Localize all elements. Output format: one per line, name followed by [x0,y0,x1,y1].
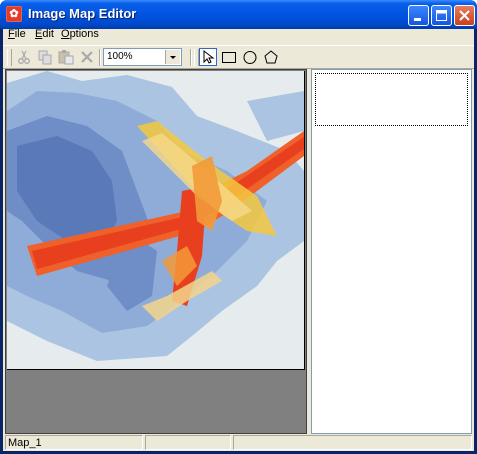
pointer-icon [203,49,215,64]
menu-bar: File Edit Options [3,28,474,42]
polygon-icon [264,50,278,64]
close-icon [459,10,470,21]
copy-icon [38,50,52,65]
menu-options-mnemonic: O [61,28,70,40]
paste-icon [58,50,74,65]
toolbar-separator [190,49,192,66]
menu-edit-label: dit [42,28,54,40]
window-title: Image Map Editor [28,6,137,21]
zoom-select[interactable]: 100% [103,48,182,66]
menu-file-mnemonic: F [8,28,15,40]
minimize-icon [414,18,421,21]
delete-icon [81,51,93,63]
rectangle-icon [222,52,236,63]
toolbar-grip[interactable] [7,49,12,66]
paste-button[interactable] [57,48,75,66]
rectangle-tool-button[interactable] [220,48,238,66]
menu-file[interactable]: File [8,28,26,40]
map-image[interactable] [7,71,305,370]
area-list-panel[interactable] [311,69,472,434]
zoom-value: 100% [107,51,133,62]
pointer-tool-button[interactable] [199,48,217,66]
app-icon[interactable]: ✿ [6,6,22,22]
menu-options[interactable]: Options [61,28,99,40]
status-cell-3 [233,435,472,450]
delete-button[interactable] [78,48,96,66]
toolbar-separator [99,49,101,66]
client-area: File Edit Options 100% Map_1 [3,28,474,451]
scissors-icon [18,50,30,64]
canvas-area[interactable] [5,69,307,434]
copy-button[interactable] [36,48,54,66]
menu-options-label: ptions [69,28,99,40]
menu-file-label: ile [14,28,26,40]
status-cell-2 [145,435,231,450]
minimize-button[interactable] [408,5,429,26]
circle-tool-button[interactable] [241,48,259,66]
circle-icon [243,51,257,64]
maximize-button[interactable] [431,5,452,26]
airplane-image [7,71,304,369]
status-map-name: Map_1 [5,435,143,450]
zoom-dropdown-button[interactable] [165,50,180,64]
list-item[interactable] [315,73,468,126]
app-window: ✿ Image Map Editor File Edit Options 100… [0,0,477,454]
maximize-icon [436,10,447,21]
menu-edit[interactable]: Edit [35,28,54,40]
toolbar: 100% [3,45,474,69]
chevron-down-icon [170,56,176,59]
cut-button[interactable] [15,48,33,66]
polygon-tool-button[interactable] [262,48,280,66]
close-button[interactable] [454,5,475,26]
status-bar: Map_1 [3,434,474,451]
title-bar[interactable]: ✿ Image Map Editor [0,0,477,29]
